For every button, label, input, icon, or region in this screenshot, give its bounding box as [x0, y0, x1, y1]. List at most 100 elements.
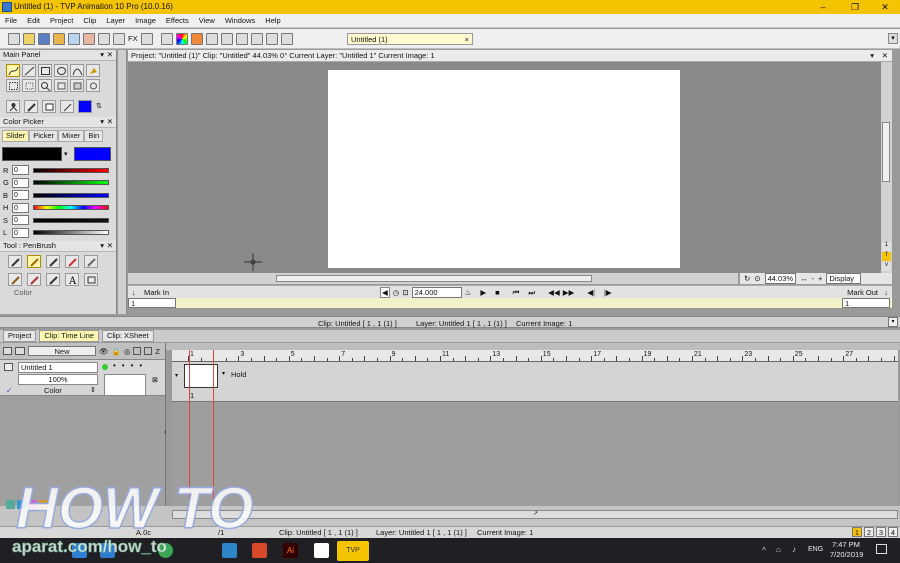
- airbrush-preset-icon[interactable]: [65, 255, 79, 268]
- blend-mode-stepper-icon[interactable]: ⇕: [90, 386, 96, 394]
- penbrush-preset-icon[interactable]: [27, 255, 41, 268]
- display-select[interactable]: Display: [826, 273, 862, 284]
- document-tab-close-icon[interactable]: ×: [465, 34, 469, 45]
- slider-l-track[interactable]: [33, 230, 109, 236]
- tray-date[interactable]: 7/20/2019: [830, 550, 863, 559]
- slider-r-value[interactable]: 0: [12, 165, 29, 176]
- rectangle-tool-icon[interactable]: [38, 64, 52, 77]
- mark-in-arrow-icon[interactable]: ↓: [132, 288, 136, 297]
- marker-preset-icon[interactable]: [46, 255, 60, 268]
- page-1-button[interactable]: 1: [852, 527, 862, 537]
- zoom-fit-icon[interactable]: ⊙: [754, 274, 760, 283]
- zoom-tool-icon[interactable]: [38, 79, 52, 92]
- slider-r-track[interactable]: [33, 167, 109, 173]
- canvas-side-1[interactable]: 1: [882, 242, 891, 251]
- tab-project[interactable]: Project: [3, 330, 37, 342]
- stop-icon[interactable]: ■: [495, 288, 500, 297]
- slider-h-value[interactable]: 0: [12, 202, 29, 213]
- light-bulb-icon[interactable]: [205, 32, 218, 45]
- tool-panel-menu-icon[interactable]: ▾: [100, 241, 104, 251]
- curve-tool-icon[interactable]: [70, 64, 84, 77]
- color-picker-menu-icon[interactable]: ▾: [100, 117, 104, 127]
- grid-icon[interactable]: [250, 32, 263, 45]
- zoom-value[interactable]: 44.03%: [764, 273, 797, 284]
- tray-language[interactable]: ENG: [808, 546, 823, 553]
- lock-icon[interactable]: 🔒: [112, 347, 121, 356]
- mark-out-arrow-icon[interactable]: ↓: [884, 288, 888, 297]
- layer-menu-icon[interactable]: [15, 347, 25, 355]
- next-key-icon[interactable]: |▶: [604, 288, 612, 297]
- tray-chevron-icon[interactable]: ^: [762, 546, 766, 555]
- slider-l-value[interactable]: 0: [12, 227, 29, 238]
- minimize-button[interactable]: –: [808, 0, 838, 14]
- canvas-side-v[interactable]: v: [882, 262, 891, 271]
- layer-visible-dot-icon[interactable]: [102, 364, 108, 370]
- save-as-icon[interactable]: [52, 32, 65, 45]
- layer-options-icon[interactable]: [3, 347, 12, 355]
- pencil-preset-icon[interactable]: [8, 255, 22, 268]
- timeline-divider-arrow-icon[interactable]: ‹: [164, 429, 166, 436]
- light-icon[interactable]: ◎: [124, 347, 131, 356]
- layers-icon[interactable]: [160, 32, 173, 45]
- taskbar-tvp-icon[interactable]: TVP: [337, 541, 369, 561]
- first-frame-icon[interactable]: ⏮: [513, 288, 520, 298]
- clip-status-menu-icon[interactable]: ▾: [888, 317, 898, 327]
- close-button[interactable]: ✕: [870, 0, 900, 14]
- crosshair-icon[interactable]: [235, 32, 248, 45]
- slider-g-value[interactable]: 0: [12, 177, 29, 188]
- track-expand-icon[interactable]: ▾: [175, 372, 178, 379]
- undo-icon[interactable]: [67, 32, 80, 45]
- tray-time[interactable]: 7:47 PM: [832, 540, 860, 549]
- page-2-button[interactable]: 2: [864, 527, 874, 537]
- current-color-swatch[interactable]: [78, 99, 92, 113]
- play-icon[interactable]: [141, 32, 154, 45]
- timeline-track[interactable]: ▾ ▾ Hold 1: [172, 362, 898, 402]
- mark-in-field[interactable]: 1: [128, 298, 176, 308]
- zoom-plus[interactable]: +: [818, 274, 822, 283]
- tab-mixer[interactable]: Mixer: [58, 130, 85, 142]
- ellipse-tool-icon[interactable]: [54, 64, 68, 77]
- prev-key-icon[interactable]: ◀|: [587, 288, 595, 297]
- fill-tool-icon[interactable]: [86, 64, 100, 77]
- frame-icon[interactable]: [133, 347, 142, 355]
- menu-edit[interactable]: Edit: [22, 14, 45, 28]
- transform-tool-icon[interactable]: [86, 79, 100, 92]
- layer-blend-mode[interactable]: Color: [44, 386, 62, 395]
- special-tool-icon[interactable]: [84, 273, 98, 286]
- eyedropper-icon[interactable]: [60, 99, 74, 113]
- onion-icon[interactable]: ♨: [465, 288, 472, 297]
- text-tool-icon[interactable]: A: [65, 273, 79, 286]
- document-tab[interactable]: Untitled (1) ×: [347, 33, 473, 45]
- menu-effects[interactable]: Effects: [161, 14, 194, 28]
- menu-windows[interactable]: Windows: [220, 14, 260, 28]
- play-icon-btn[interactable]: ▶: [480, 288, 486, 297]
- zoom-arrows-icon[interactable]: ↔: [800, 274, 808, 283]
- timeline-hscroll-grip-icon[interactable]: ↗: [533, 510, 538, 517]
- secondary-color-swatch[interactable]: [73, 147, 111, 161]
- tray-network-icon[interactable]: ⌂: [776, 545, 781, 554]
- fps-select[interactable]: 24.000: [411, 287, 462, 298]
- slider-s-value[interactable]: 0: [12, 215, 29, 226]
- new-file-icon[interactable]: [7, 32, 20, 45]
- layer-opacity-field[interactable]: 100%: [18, 374, 98, 385]
- layout-icon[interactable]: [265, 32, 278, 45]
- main-panel-close-icon[interactable]: ✕: [107, 50, 113, 60]
- main-panel-menu-icon[interactable]: ▾: [100, 50, 104, 60]
- monitor-icon[interactable]: [280, 32, 293, 45]
- fx-button[interactable]: FX: [128, 34, 138, 43]
- layer-row[interactable]: Untitled 1 •••• 100% ⊠ ✓ Color ⇕: [0, 360, 165, 396]
- pen-tool-icon[interactable]: [24, 99, 38, 113]
- menu-image[interactable]: Image: [130, 14, 161, 28]
- eraser-tool-icon[interactable]: [42, 99, 56, 113]
- zoom-minus[interactable]: -: [812, 274, 815, 283]
- loop-left-icon[interactable]: ◀: [380, 287, 390, 298]
- menu-clip[interactable]: Clip: [78, 14, 101, 28]
- taskbar-photos-icon[interactable]: [314, 543, 329, 558]
- timer-icon[interactable]: ◷: [393, 288, 400, 297]
- tab-bin[interactable]: Bin: [84, 130, 104, 142]
- crayon-icon[interactable]: [46, 273, 60, 286]
- menu-file[interactable]: File: [0, 14, 22, 28]
- hscroll-thumb[interactable]: [276, 275, 592, 282]
- left-panel-scrollbar[interactable]: [118, 50, 127, 314]
- vscroll-thumb[interactable]: [882, 122, 890, 182]
